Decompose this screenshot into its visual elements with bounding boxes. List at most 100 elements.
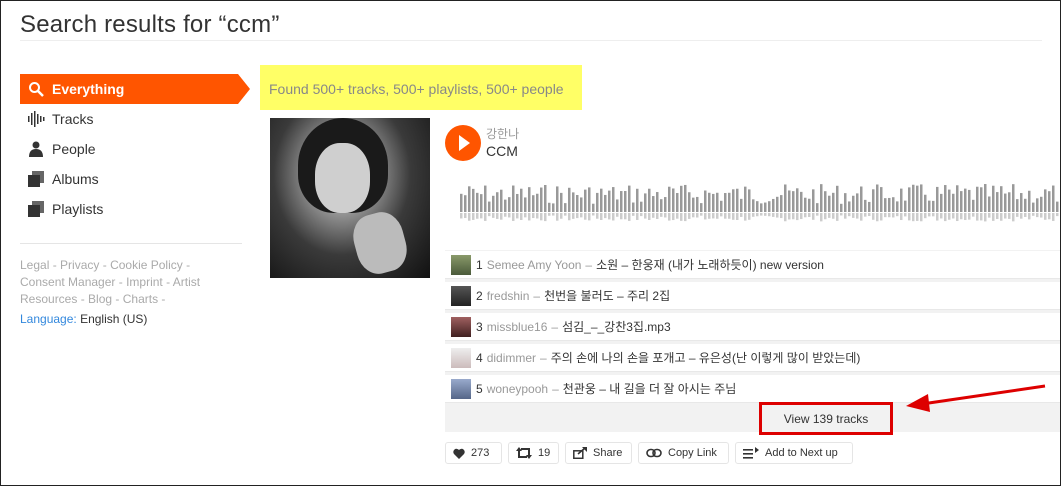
waveform-bar (492, 195, 495, 212)
waveform-bar (724, 193, 727, 212)
sidebar-item-people[interactable]: People (20, 134, 238, 164)
waveform-bar (892, 197, 895, 212)
like-button[interactable]: 273 (445, 442, 502, 464)
sidebar-item-label: Tracks (52, 111, 94, 127)
waveform-bar-reflection (956, 213, 959, 222)
waveform-bar (1016, 199, 1019, 212)
waveform-bar (872, 189, 875, 212)
waveform-bar (820, 184, 823, 212)
waveform-bar (612, 187, 615, 212)
footer-link-imprint[interactable]: Imprint (126, 275, 163, 289)
waveform-bar (1024, 198, 1027, 212)
track-thumbnail (451, 347, 471, 368)
waveform-bar (564, 203, 567, 212)
track-title[interactable]: 천관웅 – 내 길을 더 잘 아시는 주님 (563, 380, 737, 397)
waveform-bar-reflection (928, 213, 931, 217)
waveform-bar-reflection (876, 213, 879, 222)
waveform-bar-reflection (544, 213, 547, 222)
playlist-artwork[interactable] (270, 118, 430, 278)
waveform-bar (604, 194, 607, 212)
waveform-bar-reflection (480, 213, 483, 219)
waveform-bar (632, 202, 635, 212)
waveform-bar (880, 187, 883, 212)
waveform-bar (972, 199, 975, 212)
waveform-bar-reflection (1020, 213, 1023, 219)
footer-link-blog[interactable]: Blog (88, 292, 112, 306)
waveform-bar-reflection (700, 213, 703, 216)
waveform-bar (696, 196, 699, 212)
track-title[interactable]: 섬김_–_강찬3집.mp3 (562, 318, 671, 335)
waveform-bar-reflection (1028, 213, 1031, 220)
sidebar-item-albums[interactable]: Albums (20, 164, 238, 194)
waveform-bar-reflection (972, 213, 975, 217)
copy-link-button[interactable]: Copy Link (638, 442, 729, 464)
waveform-bar (788, 190, 791, 212)
sidebar-item-everything[interactable]: Everything (20, 74, 250, 104)
waveform-bar (952, 193, 955, 212)
repost-icon (516, 447, 532, 459)
language-selector[interactable]: Language: English (US) (20, 312, 147, 326)
track-user[interactable]: missblue16 (487, 320, 548, 334)
link-icon (646, 448, 662, 458)
playlist-uploader[interactable]: 강한나 (486, 125, 519, 142)
waveform-bar-reflection (816, 213, 819, 216)
waveform[interactable] (460, 178, 1060, 228)
track-row-1[interactable]: 1 Semee Amy Yoon – 소원 – 한웅재 (내가 노래하듯이) n… (445, 250, 1060, 279)
footer-link-cookie-policy[interactable]: Cookie Policy (110, 258, 183, 272)
waveform-bar (844, 193, 847, 212)
track-user[interactable]: didimmer (487, 351, 536, 365)
waveform-bar (532, 195, 535, 212)
track-title[interactable]: 소원 – 한웅재 (내가 노래하듯이) new version (596, 256, 824, 273)
view-tracks-button[interactable]: View 139 tracks (759, 402, 893, 435)
track-thumbnail (451, 316, 471, 337)
track-title[interactable]: 천번을 불러도 – 주리 2집 (544, 287, 670, 304)
waveform-bar-reflection (940, 213, 943, 219)
waveform-bar-reflection (988, 213, 991, 218)
track-row-3[interactable]: 3 missblue16 – 섬김_–_강찬3집.mp3 (445, 312, 1060, 341)
waveform-bar-reflection (848, 213, 851, 217)
share-button[interactable]: Share (565, 442, 632, 464)
waveform-bar (580, 197, 583, 212)
waveform-bar (792, 191, 795, 212)
share-label: Share (593, 447, 623, 459)
waveform-bar-reflection (872, 213, 875, 220)
track-user[interactable]: Semee Amy Yoon (487, 258, 582, 272)
waveform-bar (528, 187, 531, 212)
play-button[interactable] (445, 125, 481, 161)
waveform-bar-reflection (560, 213, 563, 219)
track-row-4[interactable]: 4 didimmer – 주의 손에 나의 손을 포개고 – 유은성(난 이렇게… (445, 343, 1060, 372)
footer-link-charts[interactable]: Charts (123, 292, 158, 306)
waveform-bar (992, 185, 995, 212)
waveform-bar (648, 188, 651, 212)
track-row-2[interactable]: 2 fredshin – 천번을 불러도 – 주리 2집 (445, 281, 1060, 310)
waveform-bar (744, 186, 747, 212)
add-to-next-up-button[interactable]: Add to Next up (735, 442, 853, 464)
sidebar-item-playlists[interactable]: Playlists (20, 194, 238, 224)
sidebar-item-tracks[interactable]: Tracks (20, 104, 238, 134)
track-user[interactable]: woneypooh (487, 382, 548, 396)
separator: – (585, 257, 593, 272)
waveform-bar (728, 192, 731, 212)
footer-link-privacy[interactable]: Privacy (60, 258, 99, 272)
track-user[interactable]: fredshin (487, 289, 530, 303)
waveform-bar (736, 188, 739, 212)
waveform-bar (988, 196, 991, 212)
waveform-bar-reflection (768, 213, 771, 217)
playlist-title[interactable]: CCM (486, 143, 518, 159)
waveform-bar-reflection (600, 213, 603, 221)
repost-button[interactable]: 19 (508, 442, 559, 464)
waveform-bar-reflection (764, 213, 767, 216)
footer-link-legal[interactable]: Legal (20, 258, 49, 272)
waveform-bar (932, 200, 935, 212)
waveform-bar-reflection (1036, 213, 1039, 218)
waveform-bar-reflection (824, 213, 827, 220)
waveform-bar (960, 191, 963, 212)
art-hand (348, 207, 412, 278)
waveform-bar (640, 201, 643, 212)
track-title[interactable]: 주의 손에 나의 손을 포개고 – 유은성(난 이렇게 많이 받았는데) (551, 349, 861, 366)
waveform-bar (468, 186, 471, 212)
waveform-bar (644, 193, 647, 212)
waveform-bar-reflection (488, 213, 491, 217)
footer-link-consent-manager[interactable]: Consent Manager (20, 275, 115, 289)
waveform-bar-reflection (608, 213, 611, 220)
